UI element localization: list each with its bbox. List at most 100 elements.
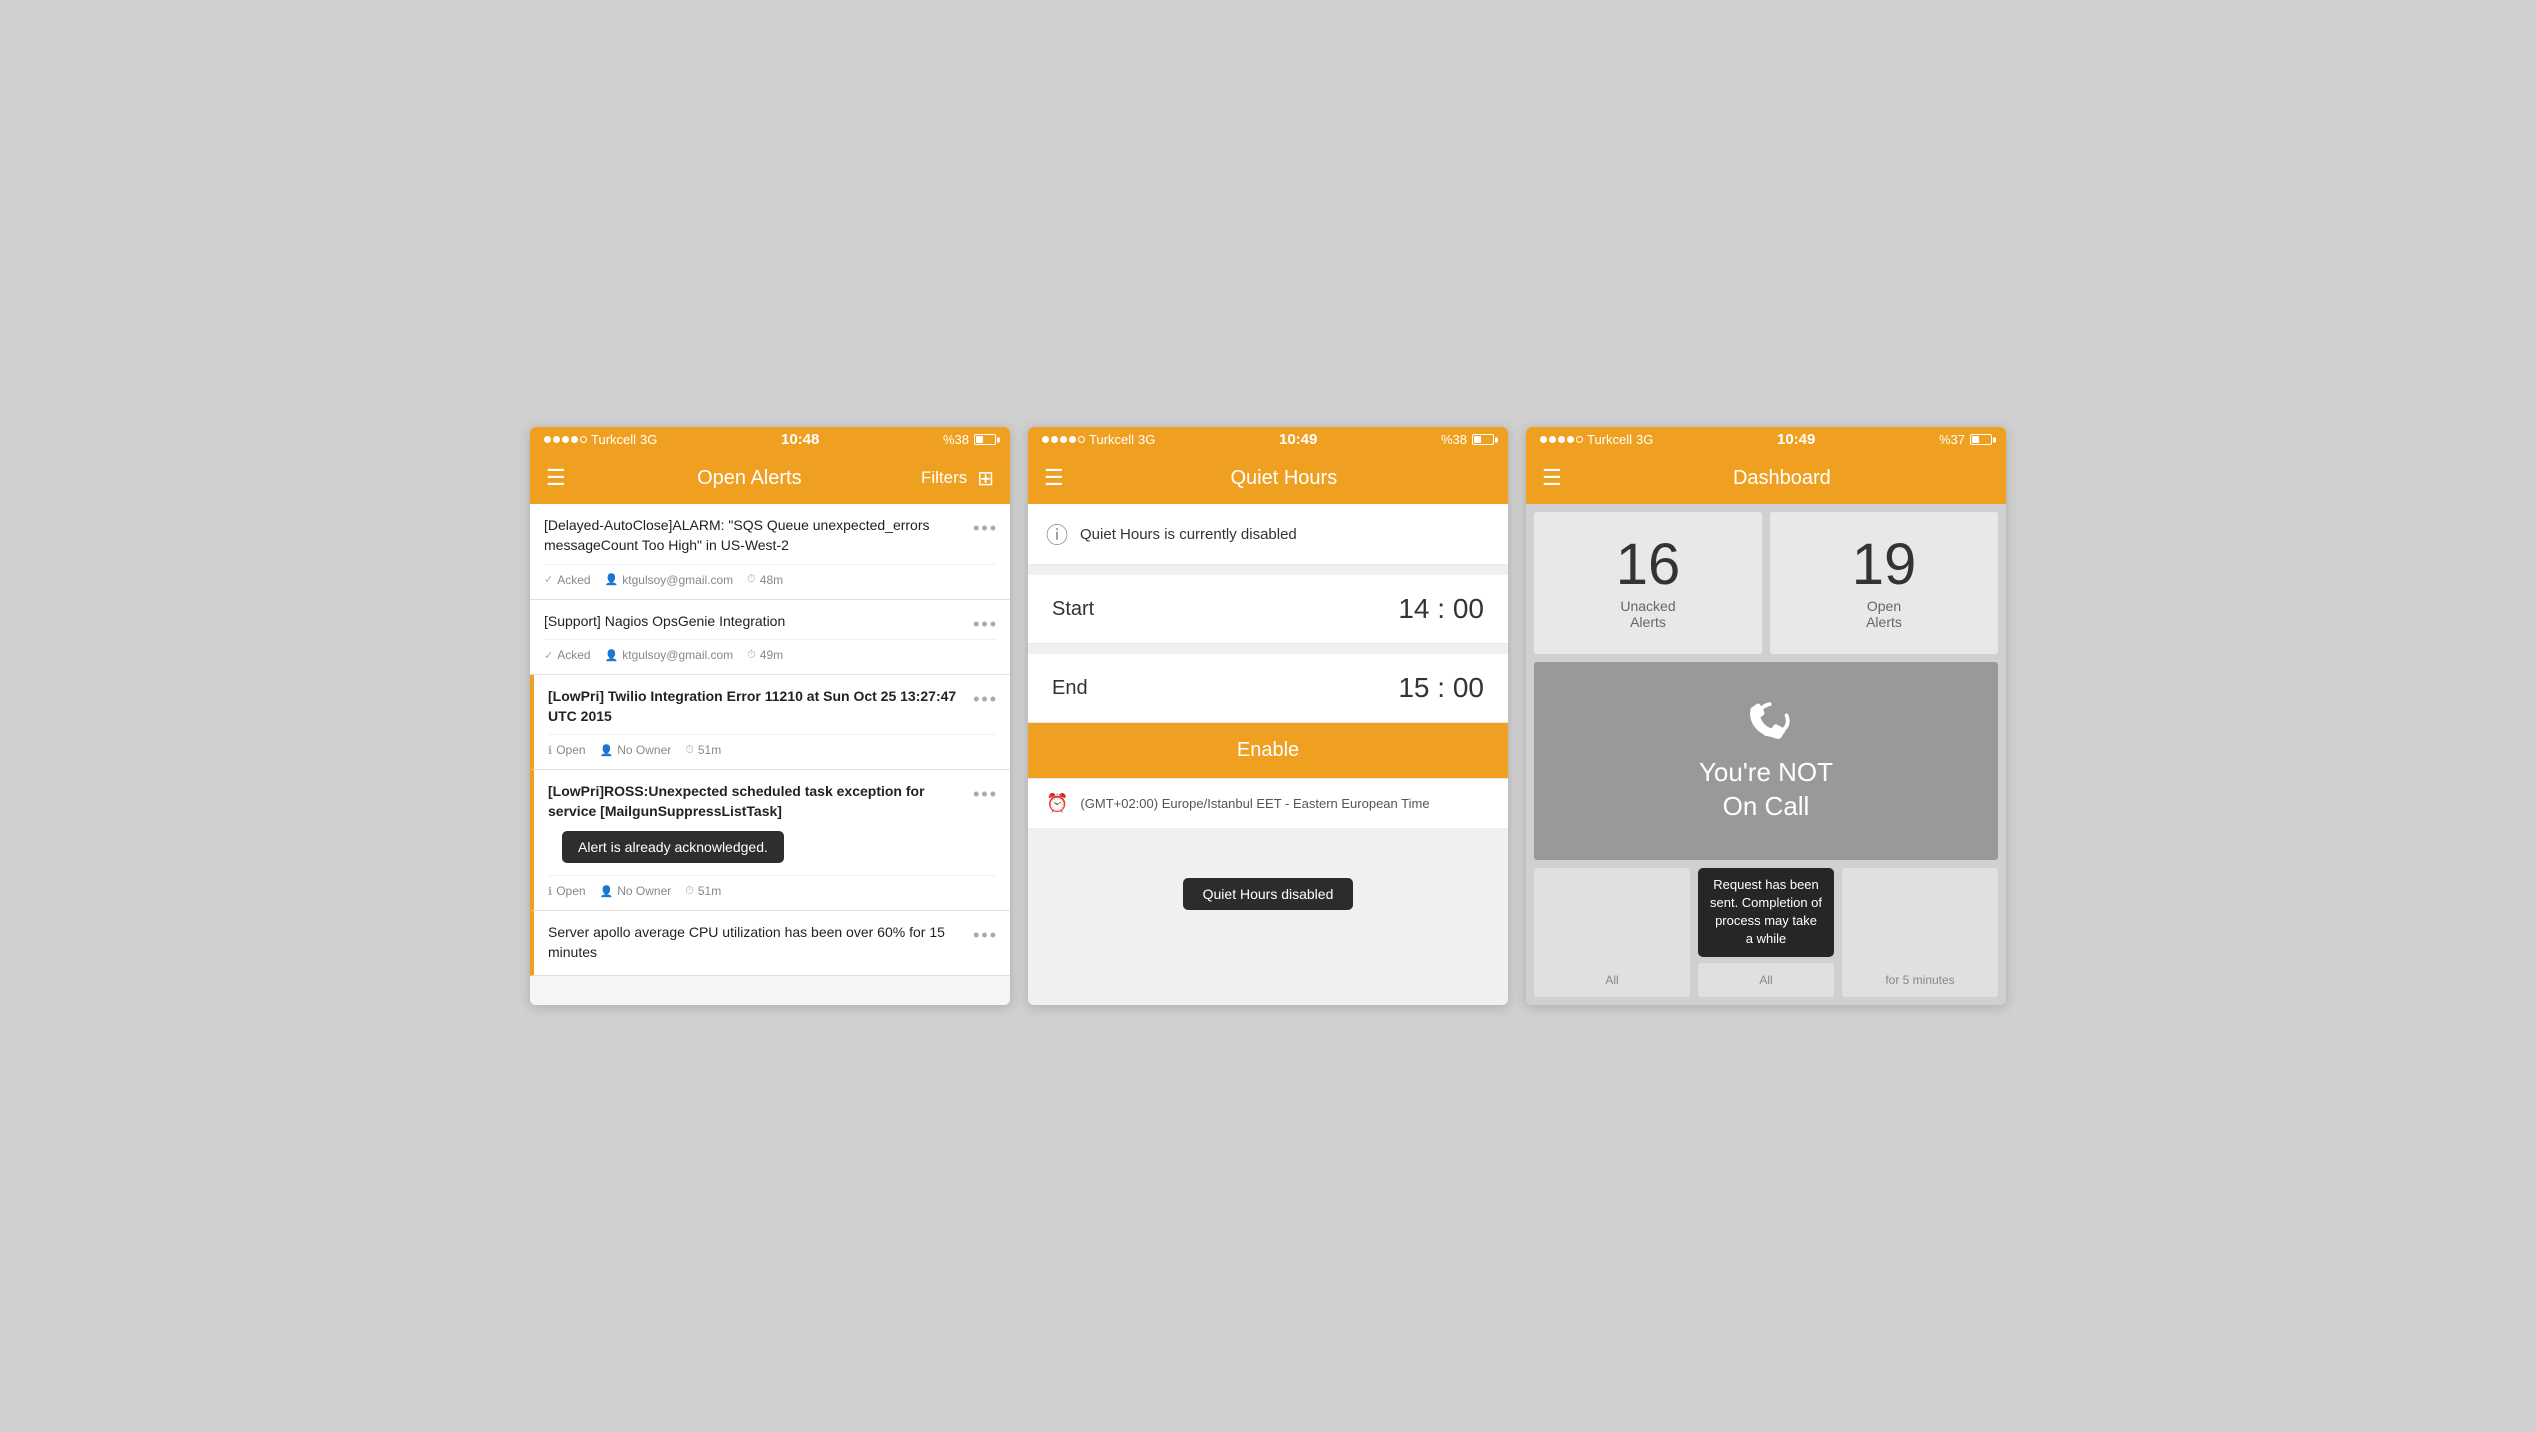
qh-end-row[interactable]: End 15 : 00: [1028, 654, 1508, 723]
dash-bottom-card-1[interactable]: All: [1534, 868, 1690, 997]
alert-dots-1[interactable]: •••: [973, 518, 998, 539]
battery-fill-3: [1972, 436, 1979, 443]
qh-toast: Quiet Hours disabled: [1183, 878, 1354, 910]
status-left-2: Turkcell 3G: [1042, 432, 1155, 447]
person-icon-3: 👤: [600, 744, 614, 757]
unacked-alerts-card[interactable]: 16 UnackedAlerts: [1534, 512, 1762, 654]
signal-dots-1: [544, 436, 587, 443]
alert-item-2[interactable]: ••• [Support] Nagios OpsGenie Integratio…: [530, 600, 1010, 676]
alert-time-4: ⏱ 51m: [685, 884, 721, 898]
person-icon-1: 👤: [605, 573, 619, 586]
status-right-1: %38: [943, 432, 996, 447]
dot5: [580, 436, 587, 443]
time-text-2: 49m: [760, 648, 783, 662]
status-right-2: %38: [1441, 432, 1494, 447]
status-bar-2: Turkcell 3G 10:49 %38: [1028, 427, 1508, 452]
dash-bottom-card-2[interactable]: All: [1698, 963, 1834, 997]
dash-top-row: 16 UnackedAlerts 19 OpenAlerts: [1534, 512, 1998, 654]
status-text-2: Acked: [557, 648, 590, 662]
open-count: 19: [1852, 536, 1917, 594]
info-circle-icon: ⓘ: [1046, 518, 1068, 550]
alert-item-5[interactable]: ••• Server apollo average CPU utilizatio…: [530, 911, 1010, 975]
alert-status-3: ℹ Open: [548, 743, 586, 757]
status-text-1: Acked: [557, 573, 590, 587]
dash-bottom-card-3[interactable]: for 5 minutes: [1842, 868, 1998, 997]
alert-title-3: [LowPri] Twilio Integration Error 11210 …: [548, 687, 996, 726]
status-bar-3: Turkcell 3G 10:49 %37: [1526, 427, 2006, 452]
dot2: [553, 436, 560, 443]
alert-meta-2: ✓ Acked 👤 ktgulsoy@gmail.com ⏱ 49m: [544, 639, 996, 662]
nav-bar-1: ☰ Open Alerts Filters ⊞: [530, 452, 1010, 504]
dot3-2: [1549, 436, 1556, 443]
screen-quiet-hours: Turkcell 3G 10:49 %38 ☰ Quiet Hours ⓘ Qu…: [1028, 427, 1508, 1004]
status-right-3: %37: [1939, 432, 1992, 447]
qh-end-time: 15 : 00: [1398, 672, 1484, 704]
qh-toast-wrap: Quiet Hours disabled: [1028, 858, 1508, 930]
dashboard-content: 16 UnackedAlerts 19 OpenAlerts: [1526, 504, 2006, 1004]
dot2-5: [1078, 436, 1085, 443]
battery-fill-1: [976, 436, 983, 443]
alert-dots-2[interactable]: •••: [973, 614, 998, 635]
qh-start-time: 14 : 00: [1398, 593, 1484, 625]
not-on-call-text: You're NOTOn Call: [1699, 756, 1833, 824]
status-text-4: Open: [556, 884, 585, 898]
network-3: 3G: [1636, 432, 1653, 447]
owner-text-4: No Owner: [617, 884, 671, 898]
filters-button[interactable]: Filters: [921, 468, 967, 488]
person-icon-4: 👤: [600, 885, 614, 898]
dot3: [562, 436, 569, 443]
screen-dashboard: Turkcell 3G 10:49 %37 ☰ Dashboard 16 Una…: [1526, 427, 2006, 1004]
qh-divider: [1028, 644, 1508, 654]
clock-icon-2: ⏱: [747, 649, 756, 662]
status-bar-1: Turkcell 3G 10:48 %38: [530, 427, 1010, 452]
status-text-3: Open: [556, 743, 585, 757]
qh-info-row: ⓘ Quiet Hours is currently disabled: [1028, 504, 1508, 565]
screens-container: Turkcell 3G 10:48 %38 ☰ Open Alerts Filt…: [510, 407, 2026, 1024]
time-2: 10:49: [1279, 431, 1317, 448]
alert-owner-4: 👤 No Owner: [600, 884, 672, 898]
timezone-clock-icon: ⏰: [1046, 793, 1068, 814]
dot3-5: [1576, 436, 1583, 443]
battery-icon-3: [1970, 434, 1992, 445]
status-left-1: Turkcell 3G: [544, 432, 657, 447]
owner-text-1: ktgulsoy@gmail.com: [622, 573, 733, 587]
hamburger-icon-2[interactable]: ☰: [1044, 467, 1064, 489]
clock-icon-4: ⏱: [685, 885, 694, 898]
signal-dots-2: [1042, 436, 1085, 443]
settings-icon[interactable]: ⊞: [977, 466, 994, 491]
signal-dots-3: [1540, 436, 1583, 443]
alert-status-4: ℹ Open: [548, 884, 586, 898]
alert-item-3[interactable]: ••• [LowPri] Twilio Integration Error 11…: [530, 675, 1010, 770]
open-alerts-card[interactable]: 19 OpenAlerts: [1770, 512, 1998, 654]
alert-item-1[interactable]: ••• [Delayed-AutoClose]ALARM: "SQS Queue…: [530, 504, 1010, 599]
alert-dots-4[interactable]: •••: [973, 784, 998, 805]
carrier-2: Turkcell: [1089, 432, 1134, 447]
clock-icon-1: ⏱: [747, 573, 756, 586]
on-call-card[interactable]: You're NOTOn Call: [1534, 662, 1998, 860]
network-1: 3G: [640, 432, 657, 447]
battery-icon-1: [974, 434, 996, 445]
unacked-count: 16: [1616, 536, 1681, 594]
hamburger-icon-3[interactable]: ☰: [1542, 467, 1562, 489]
nav-bar-3: ☰ Dashboard: [1526, 452, 2006, 504]
alert-item-4[interactable]: ••• [LowPri]ROSS:Unexpected scheduled ta…: [530, 770, 1010, 911]
enable-button[interactable]: Enable: [1028, 723, 1508, 778]
alert-dots-3[interactable]: •••: [973, 689, 998, 710]
clock-icon-3: ⏱: [685, 744, 694, 757]
battery-icon-2: [1472, 434, 1494, 445]
dot4: [571, 436, 578, 443]
person-icon-2: 👤: [605, 649, 619, 662]
hamburger-icon-1[interactable]: ☰: [546, 467, 566, 489]
alert-dots-5[interactable]: •••: [973, 925, 998, 946]
carrier-1: Turkcell: [591, 432, 636, 447]
nav-title-2: Quiet Hours: [1076, 467, 1492, 490]
nav-title-3: Dashboard: [1574, 467, 1990, 490]
alert-time-2: ⏱ 49m: [747, 648, 783, 662]
qh-start-row[interactable]: Start 14 : 00: [1028, 575, 1508, 644]
qh-timezone-text: (GMT+02:00) Europe/Istanbul EET - Easter…: [1080, 795, 1429, 813]
dash-bottom-toast-wrap: Request has been sent. Completion of pro…: [1698, 868, 1834, 997]
time-3: 10:49: [1777, 431, 1815, 448]
alert-meta-3: ℹ Open 👤 No Owner ⏱ 51m: [548, 734, 996, 757]
dot2-3: [1060, 436, 1067, 443]
qh-start-label: Start: [1052, 598, 1094, 621]
